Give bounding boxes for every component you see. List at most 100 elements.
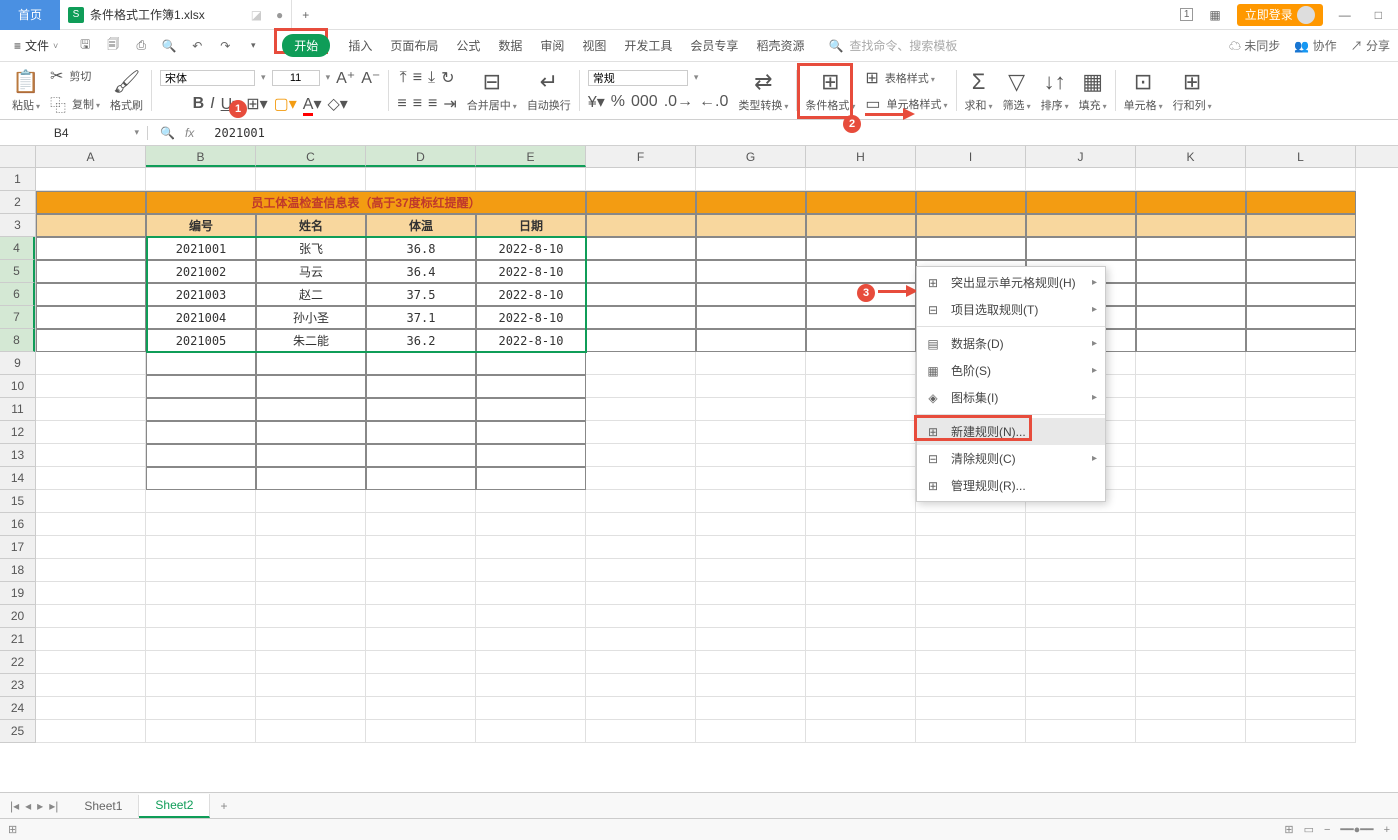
cell[interactable] [366, 375, 476, 398]
cell[interactable] [1246, 329, 1356, 352]
cell[interactable] [1246, 398, 1356, 421]
cell[interactable] [1246, 697, 1356, 720]
cell[interactable] [36, 467, 146, 490]
cell[interactable] [586, 674, 696, 697]
cell[interactable] [146, 513, 256, 536]
zoom-slider[interactable]: ━━●━━ [1340, 823, 1373, 836]
cell[interactable] [366, 513, 476, 536]
fill-label[interactable]: 填充 [1079, 97, 1107, 113]
cell[interactable] [1246, 536, 1356, 559]
cell[interactable]: 姓名 [256, 214, 366, 237]
cell[interactable] [366, 697, 476, 720]
col-header-E[interactable]: E [476, 146, 586, 167]
type-convert-label[interactable]: 类型转换 [738, 97, 788, 113]
cell[interactable] [366, 536, 476, 559]
row-header-1[interactable]: 1 [0, 168, 35, 191]
cell-style-label[interactable]: 单元格样式 [887, 96, 948, 112]
cell-icon[interactable]: ⊡ [1134, 69, 1152, 95]
cell[interactable]: 36.8 [366, 237, 476, 260]
cell[interactable] [696, 513, 806, 536]
cell[interactable] [806, 260, 916, 283]
cell[interactable] [1246, 375, 1356, 398]
zoom-out-icon[interactable]: − [1324, 824, 1330, 836]
cell[interactable] [696, 651, 806, 674]
row-header-16[interactable]: 16 [0, 513, 35, 536]
cell[interactable] [696, 329, 806, 352]
row-col-label[interactable]: 行和列 [1173, 97, 1212, 113]
print-icon[interactable]: ⎙ [132, 38, 150, 53]
cell[interactable] [696, 582, 806, 605]
cell[interactable] [36, 329, 146, 352]
cell[interactable]: 2021004 [146, 306, 256, 329]
cell[interactable] [146, 697, 256, 720]
cell[interactable] [476, 490, 586, 513]
cell[interactable] [366, 490, 476, 513]
cell[interactable] [146, 605, 256, 628]
menu-top-bottom-rules[interactable]: ⊟项目选取规则(T) [917, 296, 1105, 323]
cell[interactable]: 2022-8-10 [476, 260, 586, 283]
cell[interactable] [1246, 674, 1356, 697]
cell[interactable] [1136, 398, 1246, 421]
cell[interactable] [806, 214, 916, 237]
row-header-5[interactable]: 5 [0, 260, 35, 283]
row-header-22[interactable]: 22 [0, 651, 35, 674]
search-box[interactable]: 🔍 查找命令、搜索模板 [828, 37, 957, 54]
row-header-21[interactable]: 21 [0, 628, 35, 651]
cell[interactable] [1136, 214, 1246, 237]
cell[interactable]: 2022-8-10 [476, 329, 586, 352]
cell[interactable] [586, 651, 696, 674]
sheet-tab-1[interactable]: Sheet1 [68, 795, 139, 817]
conditional-format-button[interactable]: ⊞ 条件格式 [801, 66, 859, 115]
cell[interactable] [366, 352, 476, 375]
new-tab-button[interactable]: + [292, 8, 319, 22]
cell[interactable] [916, 582, 1026, 605]
fill-icon[interactable]: ▦ [1082, 69, 1103, 95]
cell[interactable] [366, 398, 476, 421]
cell[interactable] [696, 398, 806, 421]
cell[interactable] [476, 398, 586, 421]
cell[interactable] [1246, 168, 1356, 191]
cell[interactable] [1026, 674, 1136, 697]
cell[interactable] [256, 467, 366, 490]
decrease-decimal-icon[interactable]: ←.0 [699, 93, 728, 111]
tab-view[interactable]: 视图 [582, 37, 606, 54]
row-header-8[interactable]: 8 [0, 329, 35, 352]
cell[interactable]: 朱二能 [256, 329, 366, 352]
cell[interactable] [1136, 283, 1246, 306]
cell[interactable]: 2021005 [146, 329, 256, 352]
cell[interactable]: 编号 [146, 214, 256, 237]
cell[interactable] [476, 559, 586, 582]
cell[interactable] [806, 398, 916, 421]
cell[interactable] [586, 467, 696, 490]
cell[interactable] [806, 375, 916, 398]
cell[interactable]: 36.4 [366, 260, 476, 283]
grid[interactable]: 员工体温检查信息表（高于37度标红提醒）编号姓名体温日期2021001张飞36.… [36, 168, 1398, 743]
view-normal-icon[interactable]: ⊞ [1284, 823, 1293, 836]
cell[interactable] [1246, 490, 1356, 513]
cell[interactable] [366, 628, 476, 651]
cell[interactable] [1246, 513, 1356, 536]
cell[interactable] [696, 260, 806, 283]
cell[interactable] [806, 513, 916, 536]
cell[interactable] [476, 582, 586, 605]
cell[interactable] [1136, 260, 1246, 283]
cell[interactable] [1026, 536, 1136, 559]
cell[interactable] [36, 674, 146, 697]
border-icon[interactable]: ⊞▾ [246, 94, 267, 114]
cell[interactable] [696, 168, 806, 191]
cell[interactable] [1246, 214, 1356, 237]
cell[interactable] [146, 352, 256, 375]
cell-label[interactable]: 单元格 [1124, 97, 1163, 113]
tab-start[interactable]: 开始 [282, 34, 330, 57]
tab-insert[interactable]: 插入 [348, 37, 372, 54]
cell[interactable] [696, 283, 806, 306]
row-header-2[interactable]: 2 [0, 191, 35, 214]
cell[interactable] [1136, 421, 1246, 444]
row-header-18[interactable]: 18 [0, 559, 35, 582]
cell[interactable] [806, 674, 916, 697]
cell[interactable] [696, 375, 806, 398]
cell[interactable] [256, 398, 366, 421]
cell[interactable] [586, 582, 696, 605]
merge-center-icon[interactable]: ⊟ [483, 69, 501, 95]
cell[interactable] [586, 697, 696, 720]
